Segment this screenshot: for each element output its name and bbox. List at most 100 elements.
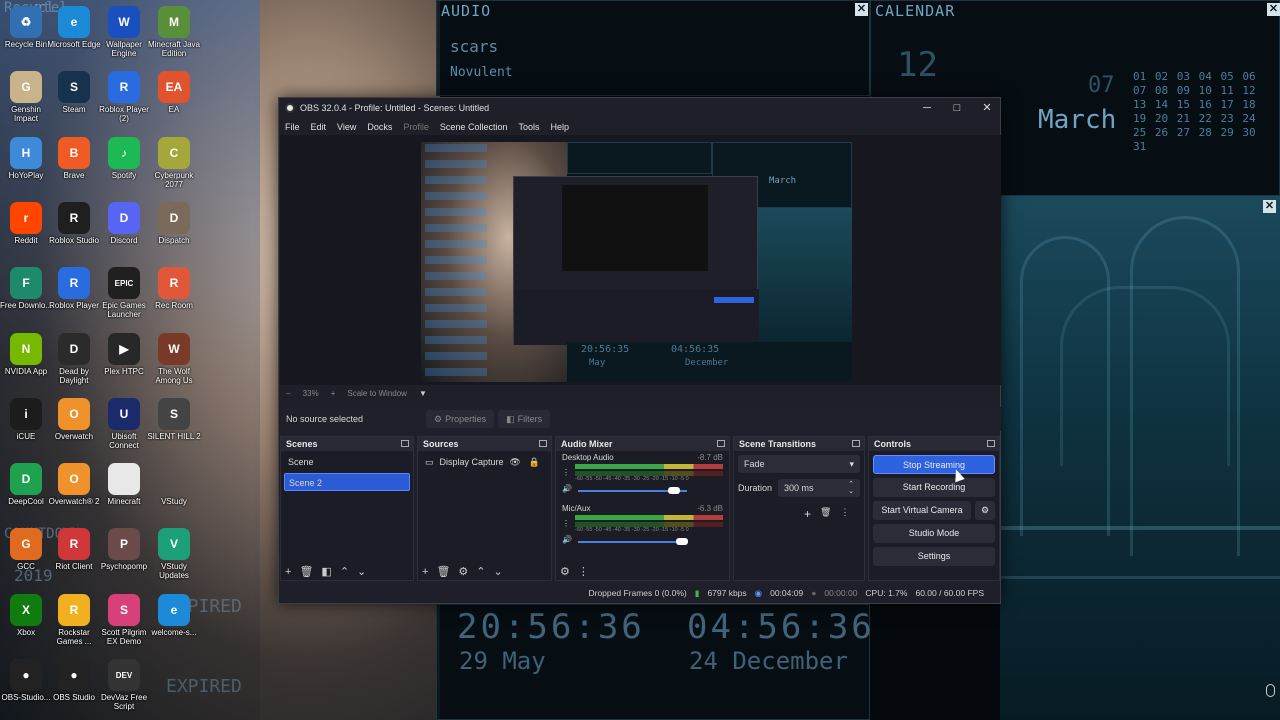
stop-streaming-button[interactable]: Stop Streaming (873, 455, 995, 474)
filter-icon[interactable]: ◧ (321, 565, 331, 578)
desktop-icon[interactable]: C Cyberpunk 2077 (146, 136, 202, 189)
kebab-icon[interactable]: ⋮ (562, 468, 570, 477)
trash-icon[interactable]: 🗑 (820, 507, 831, 521)
desktop-icon[interactable]: R Rockstar Games ... (46, 593, 102, 646)
desktop-icon[interactable]: ▶ Plex HTPC (96, 332, 152, 376)
desktop-icon[interactable]: O Overwatch (46, 397, 102, 441)
obs-titlebar[interactable]: OBS 32.0.4 - Profile: Untitled - Scenes:… (279, 98, 1000, 118)
desktop-icon[interactable]: ● OBS Studio (46, 659, 102, 702)
desktop-icon[interactable]: U Ubisoft Connect (96, 397, 152, 450)
volume-knob[interactable] (668, 487, 680, 494)
desktop-icon[interactable]: W The Wolf Among Us (146, 332, 202, 385)
desktop-icon[interactable]: S SILENT HILL 2 (146, 397, 202, 441)
menu-profile[interactable]: Profile (403, 122, 429, 132)
scale-mode[interactable]: Scale to Window (347, 389, 407, 398)
spin-arrows-icon[interactable]: ⌃ ⌄ (848, 481, 854, 495)
scene-item-1[interactable]: Scene (284, 453, 410, 471)
duration-spinbox[interactable]: 300 ms ⌃ ⌄ (778, 479, 860, 497)
desktop-icon[interactable]: D Discord (96, 201, 152, 245)
move-down-icon[interactable]: ⌄ (494, 565, 503, 578)
desktop-icon[interactable]: W Wallpaper Engine (96, 6, 152, 58)
virtual-camera-settings-gear-icon[interactable]: ⚙ (975, 501, 995, 520)
source-item[interactable]: ▭ Display Capture 👁 🔒 (421, 453, 548, 471)
desktop-icon[interactable]: O Overwatch® 2 (46, 463, 102, 506)
undock-icon[interactable] (852, 440, 860, 447)
menu-view[interactable]: View (337, 122, 356, 132)
gear-icon[interactable]: ⚙ (458, 565, 468, 578)
wallpaper-widget-close-icon[interactable]: ✕ (1263, 200, 1276, 213)
move-up-icon[interactable]: ⌃ (476, 565, 485, 578)
add-icon[interactable]: + (804, 507, 811, 521)
volume-knob[interactable] (676, 538, 688, 545)
desktop-icon[interactable]: R Roblox Player (46, 267, 102, 310)
menu-scene-collection[interactable]: Scene Collection (440, 122, 508, 132)
desktop-icon[interactable]: EPIC Epic Games Launcher (96, 267, 152, 319)
menu-edit[interactable]: Edit (311, 122, 327, 132)
calendar-widget-close-icon[interactable]: ✕ (1267, 3, 1280, 16)
scale-mode-dropdown-icon[interactable]: ▼ (419, 389, 427, 398)
desktop-icon[interactable]: DEV DevVaz Free Script (96, 659, 152, 711)
desktop-icon-label: Steam (62, 105, 86, 115)
lock-icon[interactable]: 🔒 (529, 457, 540, 468)
signal-icon: ▮ (694, 587, 700, 598)
audio-widget-close-icon[interactable]: ✕ (855, 3, 868, 16)
add-icon[interactable]: + (422, 566, 428, 578)
undock-icon[interactable] (987, 440, 995, 447)
properties-button[interactable]: ⚙ Properties (426, 410, 495, 428)
move-down-icon[interactable]: ⌄ (357, 565, 366, 578)
gear-icon[interactable]: ⚙ (560, 565, 570, 578)
desktop-icon[interactable]: D Dispatch (146, 201, 202, 245)
kebab-icon[interactable]: ⋮ (840, 507, 849, 521)
menu-tools[interactable]: Tools (518, 122, 539, 132)
desktop-icon[interactable]: e Microsoft Edge (46, 6, 102, 49)
undock-icon[interactable] (539, 440, 547, 447)
menu-docks[interactable]: Docks (367, 122, 392, 132)
desktop-icon[interactable]: V VStudy Updates (146, 528, 202, 580)
desktop-icon[interactable]: M Minecraft Java Edition (146, 6, 202, 58)
volume-slider[interactable]: 🔊 (562, 484, 723, 496)
studio-mode-button[interactable]: Studio Mode (873, 524, 995, 543)
kebab-icon[interactable]: ⋮ (562, 519, 570, 528)
volume-slider[interactable]: 🔊 (562, 535, 723, 547)
desktop-icon[interactable]: P Psychopomp (96, 528, 152, 571)
desktop-icon[interactable]: EA EA (146, 71, 202, 114)
clock-2-time: 04:56:36 (687, 607, 875, 647)
desktop-icon[interactable]: R Roblox Studio (46, 201, 102, 245)
maximize-icon[interactable]: □ (942, 98, 972, 118)
zoom-out-button[interactable]: − (286, 389, 291, 398)
add-icon[interactable]: + (285, 566, 291, 578)
desktop-icon[interactable]: S Scott Pilgrim EX Demo (96, 593, 152, 646)
minimize-icon[interactable]: ─ (912, 98, 942, 118)
undock-icon[interactable] (717, 440, 725, 447)
close-icon[interactable]: ✕ (972, 98, 1002, 118)
speaker-icon[interactable]: 🔊 (562, 535, 572, 544)
speaker-icon[interactable]: 🔊 (562, 484, 572, 493)
desktop-icon[interactable]: VStudy (146, 463, 202, 506)
scene-item-2[interactable]: Scene 2 (284, 473, 410, 491)
undock-icon[interactable] (401, 440, 409, 447)
desktop-icon[interactable]: B Brave (46, 136, 102, 180)
desktop-icon[interactable]: D Dead by Daylight (46, 332, 102, 385)
trash-icon[interactable]: 🗑 (436, 565, 450, 578)
zoom-in-button[interactable]: + (331, 389, 336, 398)
desktop-icon[interactable]: R Rec Room (146, 267, 202, 310)
menu-file[interactable]: File (285, 122, 300, 132)
desktop-icon[interactable]: ♪ Spotify (96, 136, 152, 180)
menu-help[interactable]: Help (550, 122, 569, 132)
desktop-icon[interactable]: e welcome-s... (146, 593, 202, 637)
filters-button[interactable]: ◧ Filters (498, 410, 551, 428)
transition-select[interactable]: Fade ▾ (738, 455, 860, 473)
mouse-tray-icon[interactable] (1266, 684, 1275, 697)
kebab-icon[interactable]: ⋮ (578, 565, 589, 578)
eye-icon[interactable]: 👁 (509, 457, 520, 468)
trash-icon[interactable]: 🗑 (299, 565, 313, 578)
obs-preview[interactable]: March 20:56:35 04:56:35 May December (280, 135, 1001, 385)
move-up-icon[interactable]: ⌃ (340, 565, 349, 578)
desktop-icon[interactable]: S Steam (46, 71, 102, 114)
start-virtual-camera-button[interactable]: Start Virtual Camera (873, 501, 971, 520)
start-recording-button[interactable]: Start Recording (873, 478, 995, 497)
settings-button[interactable]: Settings (873, 547, 995, 566)
desktop-icon[interactable]: R Riot Client (46, 528, 102, 571)
desktop-icon[interactable]: Minecraft (96, 463, 152, 506)
desktop-icon[interactable]: R Roblox Player (2) (96, 71, 152, 123)
